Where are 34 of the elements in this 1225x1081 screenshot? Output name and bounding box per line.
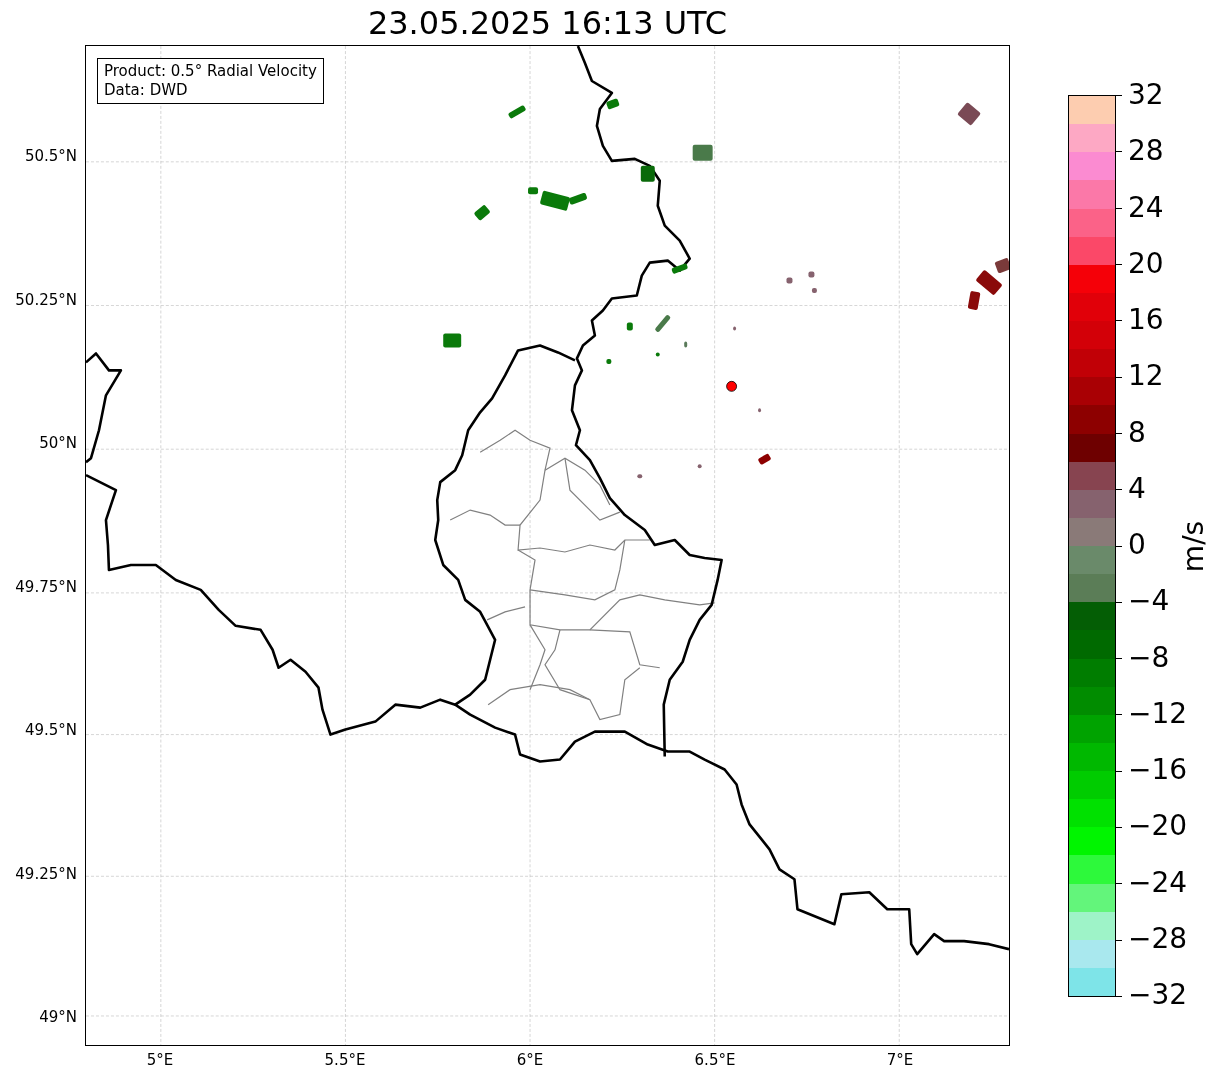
longitude-label: 6°E	[516, 1051, 544, 1069]
product-label: Product: 0.5° Radial Velocity	[104, 62, 317, 81]
chart-title: 23.05.2025 16:13 UTC	[366, 3, 729, 44]
latitude-label: 49.5°N	[24, 721, 77, 739]
latitude-label: 49°N	[39, 1008, 77, 1026]
colorbar-tick-label: −32	[1128, 978, 1188, 1012]
colorbar-tick-label: 4	[1128, 471, 1147, 506]
colorbar-tick-label: 12	[1128, 359, 1165, 394]
colorbar-tick-label: 0	[1128, 528, 1147, 562]
colorbar-tick-label: 20	[1128, 246, 1165, 281]
longitude-label: 5°E	[146, 1051, 174, 1069]
colorbar-tick-label: 32	[1128, 78, 1165, 112]
longitude-label: 7°E	[886, 1051, 914, 1069]
colorbar-tick-label: −12	[1128, 696, 1188, 731]
colorbar-tick-label: 28	[1128, 134, 1165, 169]
latitude-label: 50.5°N	[24, 147, 77, 165]
data-source-label: Data: DWD	[104, 81, 189, 100]
longitude-label: 5.5°E	[324, 1051, 366, 1069]
latitude-label: 49.25°N	[15, 864, 77, 883]
colorbar-tick-label: −28	[1128, 921, 1188, 956]
colorbar-tick-label: 16	[1128, 303, 1165, 337]
latitude-label: 49.75°N	[15, 577, 77, 596]
colorbar-tick-label: 24	[1128, 190, 1165, 225]
latitude-label: 50.25°N	[15, 290, 77, 309]
radar-site-marker	[726, 380, 737, 392]
colorbar-tick-label: −20	[1128, 809, 1188, 844]
colorbar-tick-label: −8	[1128, 640, 1171, 675]
colorbar-label: m/s	[1177, 520, 1211, 572]
colorbar-tick-label: −24	[1128, 865, 1188, 900]
longitude-label: 6.5°E	[694, 1051, 736, 1069]
latitude-label: 50°N	[39, 434, 77, 452]
colorbar-tick-label: 8	[1128, 415, 1147, 450]
colorbar-tick-label: −4	[1128, 584, 1171, 619]
colorbar-tick-label: −16	[1128, 753, 1188, 787]
